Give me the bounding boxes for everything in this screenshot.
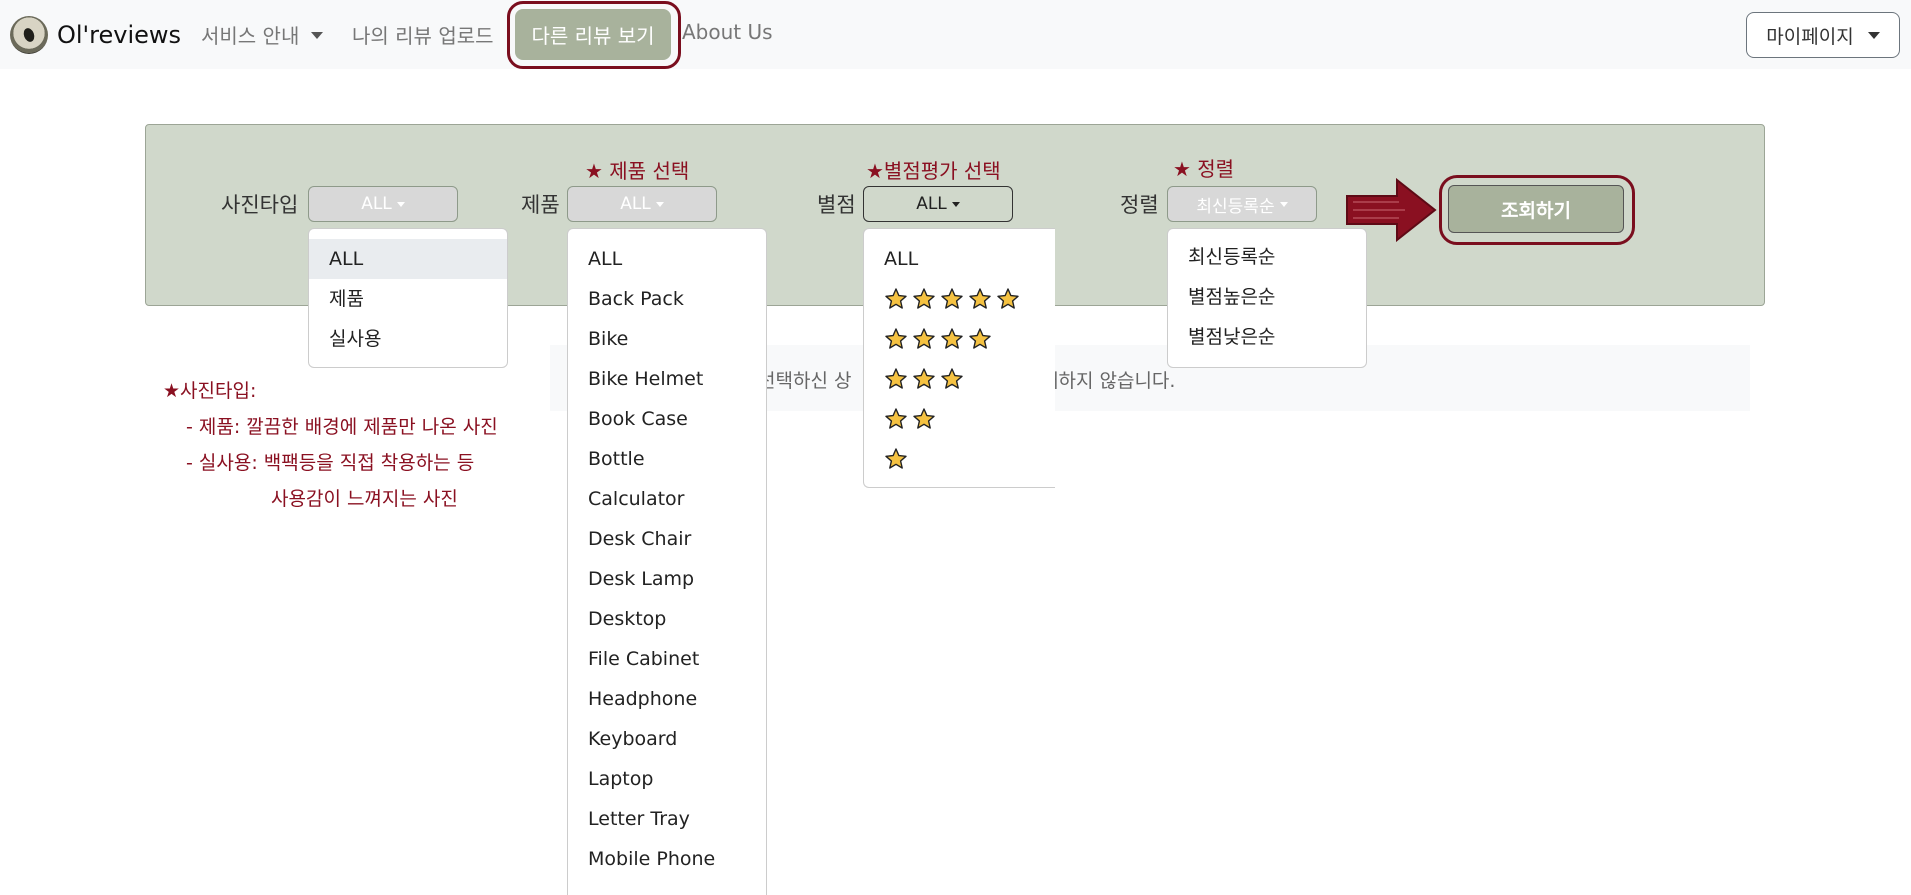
chevron-down-icon — [951, 201, 960, 207]
product-value: ALL — [620, 194, 651, 214]
chevron-down-icon — [396, 201, 405, 207]
sort-value: 최신등록순 — [1196, 196, 1275, 217]
note-line-1: - 제품: 깔끔한 배경에 제품만 나온 사진 — [186, 416, 498, 438]
star-icon — [941, 328, 963, 349]
sort-option[interactable]: 최신등록순 — [1168, 237, 1366, 277]
brand-name: Ol'reviews — [57, 21, 182, 49]
mypage-label: 마이페이지 — [1766, 25, 1854, 48]
olive-logo-icon — [10, 16, 48, 54]
sort-select[interactable]: 최신등록순 — [1167, 186, 1317, 222]
no-result-right: 재하지 않습니다. — [1041, 370, 1176, 392]
product-select[interactable]: ALL — [567, 186, 717, 222]
star-icon — [997, 288, 1019, 309]
photo-type-label: 사진타입 — [221, 193, 299, 217]
product-label: 제품 — [521, 193, 560, 217]
rating-menu: ALL — [863, 228, 1055, 488]
hint-product: ★ 제품 선택 — [585, 159, 690, 183]
rating-label: 별점 — [817, 193, 856, 217]
note-line-2: - 실사용: 백팩등을 직접 착용하는 등 — [186, 452, 475, 474]
product-option[interactable]: File Cabinet — [568, 639, 766, 679]
rating-value: ALL — [916, 194, 947, 214]
product-option[interactable]: Back Pack — [568, 279, 766, 319]
star-icon — [885, 368, 907, 389]
hint-sort: ★ 정렬 — [1173, 157, 1235, 181]
rating-option-4-stars[interactable] — [864, 319, 1055, 359]
mypage-dropdown-button[interactable]: 마이페이지 — [1746, 12, 1900, 58]
chevron-down-icon — [1867, 31, 1880, 39]
rating-option-3-stars[interactable] — [864, 359, 1055, 399]
product-option[interactable]: Desktop — [568, 599, 766, 639]
photo-type-select[interactable]: ALL — [308, 186, 458, 222]
rating-option-2-stars[interactable] — [864, 399, 1055, 439]
product-option[interactable]: Letter Tray — [568, 799, 766, 839]
sort-option[interactable]: 별점낮은순 — [1168, 317, 1366, 357]
star-icon — [969, 288, 991, 309]
star-icon — [885, 328, 907, 349]
chevron-down-icon — [1279, 201, 1288, 207]
rating-option-1-stars[interactable] — [864, 439, 1055, 479]
photo-type-menu: ALL 제품 실사용 — [308, 228, 508, 368]
star-icon — [969, 328, 991, 349]
rating-option-5-stars[interactable] — [864, 279, 1055, 319]
product-option[interactable]: Calculator — [568, 479, 766, 519]
photo-type-option[interactable]: ALL — [309, 239, 507, 279]
nav-about[interactable]: About Us — [682, 20, 773, 44]
product-option[interactable]: Laptop — [568, 759, 766, 799]
star-icon — [913, 328, 935, 349]
rating-select[interactable]: ALL — [863, 186, 1013, 222]
no-result-left: 선택하신 상 — [758, 370, 852, 392]
brand[interactable]: Ol'reviews — [10, 16, 181, 54]
star-icon — [913, 368, 935, 389]
sort-option[interactable]: 별점높은순 — [1168, 277, 1366, 317]
star-icon — [885, 288, 907, 309]
star-icon — [941, 368, 963, 389]
product-option[interactable]: Bike Helmet — [568, 359, 766, 399]
product-menu: ALL Back Pack Bike Bike Helmet Book Case… — [567, 228, 767, 895]
hint-rating: ★별점평가 선택 — [866, 159, 1001, 183]
star-icon — [885, 448, 907, 469]
photo-type-value: ALL — [361, 194, 392, 214]
search-button[interactable]: 조회하기 — [1448, 185, 1624, 233]
photo-type-option[interactable]: 실사용 — [309, 319, 507, 359]
chevron-down-icon — [655, 201, 664, 207]
product-option[interactable]: Bottle — [568, 439, 766, 479]
note-line-3: 사용감이 느껴지는 사진 — [271, 488, 458, 510]
note-title: ★사진타입: — [163, 380, 257, 402]
product-option[interactable]: Bike — [568, 319, 766, 359]
product-option[interactable]: ALL — [568, 239, 766, 279]
product-option[interactable]: Book Case — [568, 399, 766, 439]
star-icon — [941, 288, 963, 309]
rating-option-all[interactable]: ALL — [864, 239, 1055, 279]
nav-upload-review[interactable]: 나의 리뷰 업로드 — [352, 20, 494, 49]
chevron-down-icon — [311, 32, 324, 39]
product-option[interactable]: Desk Lamp — [568, 559, 766, 599]
navbar: Ol'reviews 서비스 안내 나의 리뷰 업로드 다른 리뷰 보기 Abo… — [0, 0, 1911, 69]
sort-menu: 최신등록순 별점높은순 별점낮은순 — [1167, 228, 1367, 368]
nav-other-reviews[interactable]: 다른 리뷰 보기 — [515, 9, 671, 60]
sort-label: 정렬 — [1120, 193, 1159, 217]
star-icon — [913, 408, 935, 429]
photo-type-option[interactable]: 제품 — [309, 279, 507, 319]
product-option[interactable]: Desk Chair — [568, 519, 766, 559]
nav-service-guide[interactable]: 서비스 안내 — [201, 20, 324, 49]
star-icon — [885, 408, 907, 429]
product-option[interactable]: Mobile Phone — [568, 839, 766, 879]
nav-service-guide-label: 서비스 안내 — [201, 24, 300, 48]
product-option[interactable]: Headphone — [568, 679, 766, 719]
product-option[interactable]: Keyboard — [568, 719, 766, 759]
star-icon — [913, 288, 935, 309]
